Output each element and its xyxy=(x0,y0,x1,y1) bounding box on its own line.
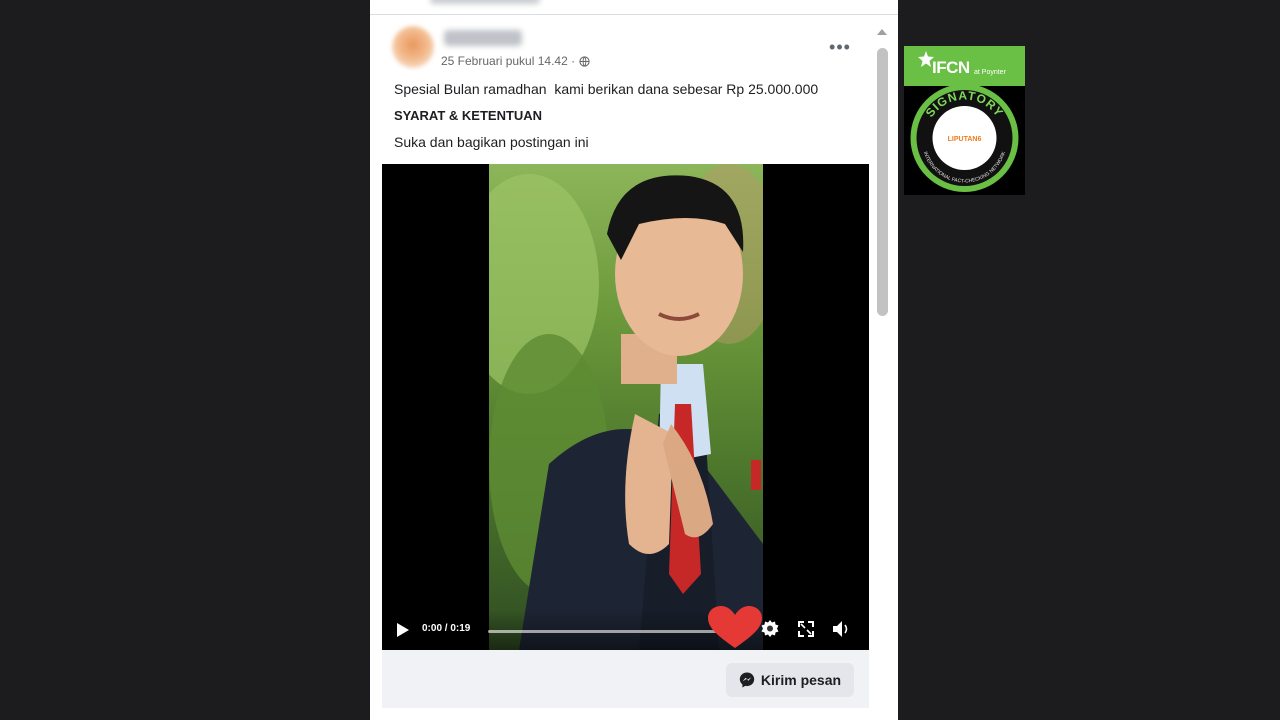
post-timestamp[interactable]: 25 Februari pukul 14.42 · xyxy=(441,54,575,68)
send-message-label: Kirim pesan xyxy=(760,672,842,688)
post-meta: 25 Februari pukul 14.42 · xyxy=(441,54,590,68)
messenger-icon xyxy=(739,672,755,688)
facebook-post: 25 Februari pukul 14.42 · ••• Spesial Bu… xyxy=(370,0,898,720)
previous-post-edge xyxy=(370,0,898,15)
globe-icon xyxy=(579,55,590,67)
more-options-button[interactable]: ••• xyxy=(826,38,854,60)
ifcn-title: IFCN xyxy=(932,58,970,77)
author-avatar[interactable] xyxy=(392,26,434,68)
blurred-text xyxy=(430,0,540,4)
author-name-blurred[interactable] xyxy=(444,30,522,46)
scrollbar-thumb[interactable] xyxy=(877,48,888,316)
ifcn-header: IFCN at Poynter xyxy=(904,46,1025,86)
settings-icon[interactable] xyxy=(760,619,780,639)
play-icon[interactable] xyxy=(396,622,410,638)
video-time: 0:00 / 0:19 xyxy=(422,623,471,634)
video-progress-bar[interactable] xyxy=(488,630,732,633)
fullscreen-icon[interactable] xyxy=(798,621,814,637)
scroll-up-arrow-icon[interactable] xyxy=(876,28,888,36)
scrollbar[interactable] xyxy=(872,26,892,720)
video-controls: 0:00 / 0:19 xyxy=(382,606,869,650)
post-text-line: Suka dan bagikan postingan ini xyxy=(394,134,589,150)
video-player[interactable]: 0:00 / 0:19 xyxy=(382,164,869,650)
volume-icon[interactable] xyxy=(832,620,852,638)
video-still-image xyxy=(489,164,763,650)
ifcn-signatory-badge: IFCN at Poynter SIGNATORY INTERNATIONAL … xyxy=(904,46,1025,195)
heart-reaction-icon xyxy=(708,606,762,648)
post-text-line: Spesial Bulan ramadhan kami berikan dana… xyxy=(394,81,819,97)
ifcn-subtitle: at Poynter xyxy=(974,69,1006,76)
signatory-seal: SIGNATORY INTERNATIONAL FACT-CHECKING NE… xyxy=(910,84,1019,192)
post-text-heading: SYARAT & KETENTUAN xyxy=(394,108,543,123)
video-frame xyxy=(489,164,763,650)
post-footer: Kirim pesan xyxy=(382,650,869,708)
send-message-button[interactable]: Kirim pesan xyxy=(726,663,854,697)
liputan6-logo-text: LIPUTAN6 xyxy=(948,136,982,143)
